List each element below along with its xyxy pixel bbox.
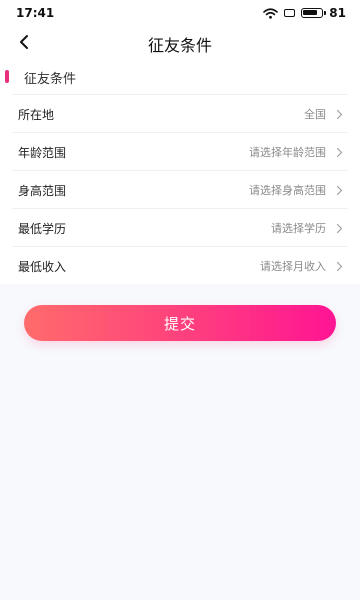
chevron-right-icon — [334, 108, 344, 120]
battery-level: 81 — [329, 6, 346, 20]
row-min-income[interactable]: 最低收入 请选择月收入 — [12, 246, 348, 284]
row-location[interactable]: 所在地 全国 — [12, 94, 348, 132]
row-age-range[interactable]: 年龄范围 请选择年龄范围 — [12, 132, 348, 170]
status-bar: 17:41 81 — [0, 0, 360, 26]
row-label: 最低学历 — [18, 222, 67, 236]
row-height-range[interactable]: 身高范围 请选择身高范围 — [12, 170, 348, 208]
row-value: 请选择月收入 — [260, 260, 326, 273]
sim-icon — [284, 9, 296, 17]
battery-fill — [303, 10, 318, 15]
section-marker — [5, 70, 9, 83]
row-value: 请选择年龄范围 — [249, 146, 326, 159]
status-icons: 81 — [263, 6, 346, 20]
row-value: 请选择身高范围 — [249, 184, 326, 197]
status-time: 17:41 — [16, 6, 55, 20]
screen: 17:41 81 征友条件 征友条件 所在地 全国 年龄范围 请选择年龄范围 身… — [0, 0, 360, 600]
section-title: 征友条件 — [24, 72, 77, 87]
row-value: 请选择学历 — [271, 222, 326, 235]
wifi-icon — [263, 7, 279, 19]
row-label: 年龄范围 — [18, 146, 67, 160]
row-label: 最低收入 — [18, 260, 67, 274]
row-min-education[interactable]: 最低学历 请选择学历 — [12, 208, 348, 246]
row-label: 身高范围 — [18, 184, 67, 198]
condition-list: 所在地 全国 年龄范围 请选择年龄范围 身高范围 请选择身高范围 最低学历 请选… — [0, 94, 360, 284]
chevron-right-icon — [334, 184, 344, 196]
chevron-right-icon — [334, 222, 344, 234]
row-label: 所在地 — [18, 108, 55, 122]
chevron-right-icon — [334, 146, 344, 158]
section-header: 征友条件 — [0, 58, 360, 94]
chevron-right-icon — [334, 260, 344, 272]
page-title: 征友条件 — [147, 36, 212, 55]
row-value: 全国 — [304, 108, 326, 121]
nav-bar: 征友条件 — [0, 26, 360, 58]
submit-button[interactable]: 提交 — [24, 305, 336, 341]
battery-icon — [301, 8, 327, 18]
